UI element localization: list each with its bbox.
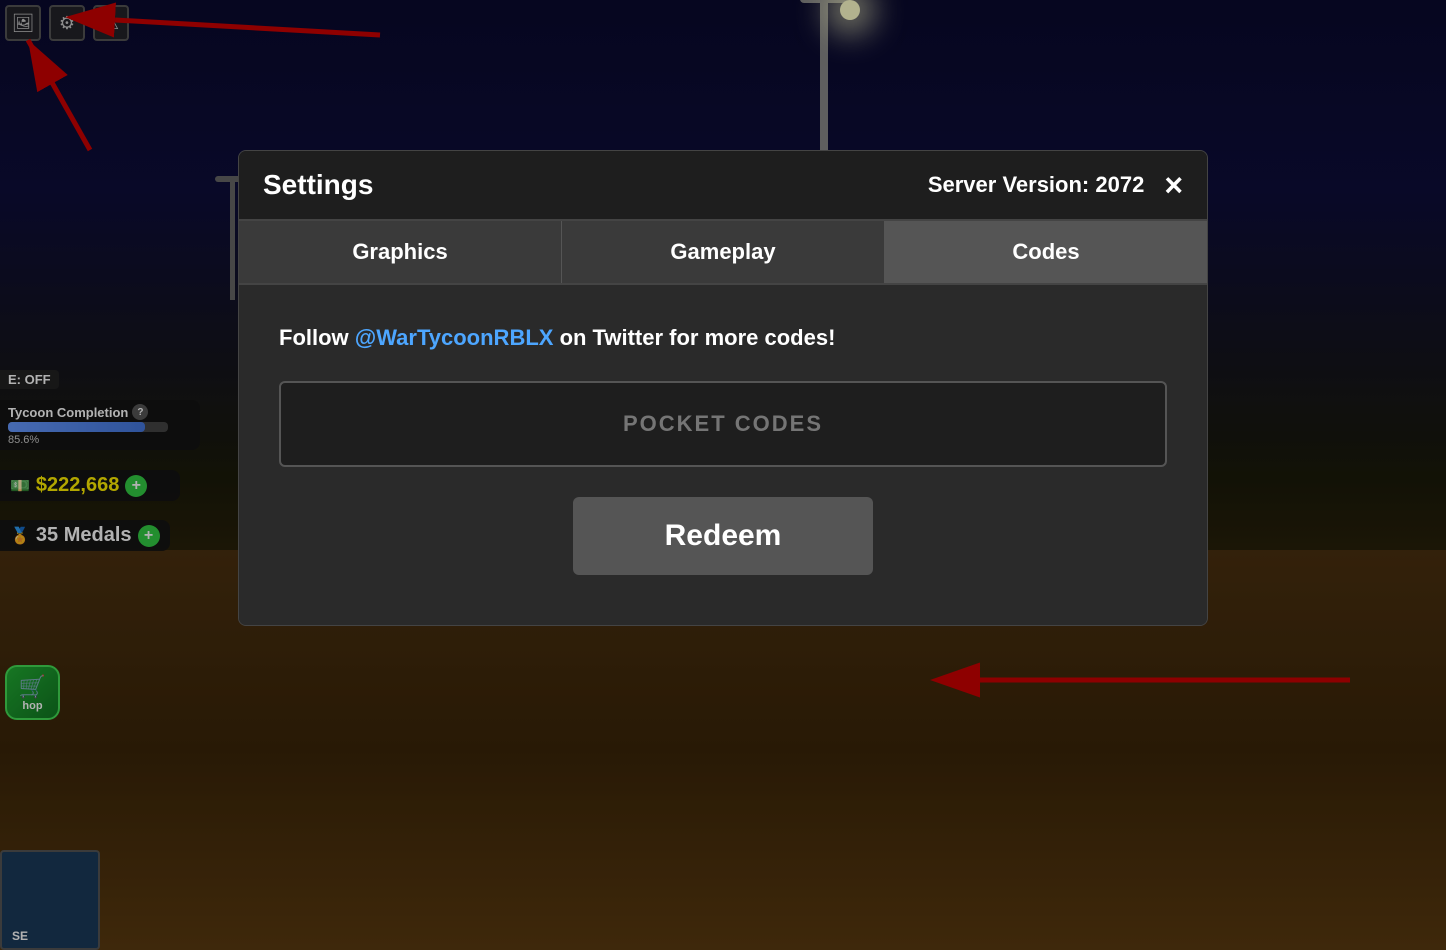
- follow-prefix: Follow: [279, 325, 355, 350]
- modal-tabs: Graphics Gameplay Codes: [239, 221, 1207, 285]
- code-input-wrapper[interactable]: [279, 381, 1167, 467]
- modal-header: Settings Server Version: 2072 ×: [239, 151, 1207, 221]
- modal-overlay: Settings Server Version: 2072 × Graphics…: [0, 0, 1446, 950]
- redeem-button[interactable]: Redeem: [573, 497, 873, 575]
- server-version: Server Version: 2072: [928, 172, 1144, 198]
- tab-codes[interactable]: Codes: [885, 221, 1207, 283]
- code-input[interactable]: [281, 383, 1165, 465]
- modal-title: Settings: [263, 169, 373, 201]
- redeem-btn-wrapper: Redeem: [279, 497, 1167, 575]
- follow-text: Follow @WarTycoonRBLX on Twitter for mor…: [279, 325, 1167, 351]
- twitter-handle[interactable]: @WarTycoonRBLX: [355, 325, 554, 350]
- modal-close-button[interactable]: ×: [1164, 169, 1183, 201]
- settings-modal: Settings Server Version: 2072 × Graphics…: [238, 150, 1208, 626]
- modal-header-right: Server Version: 2072 ×: [928, 169, 1183, 201]
- follow-suffix: on Twitter for more codes!: [553, 325, 835, 350]
- modal-body: Follow @WarTycoonRBLX on Twitter for mor…: [239, 285, 1207, 625]
- tab-gameplay[interactable]: Gameplay: [562, 221, 885, 283]
- tab-graphics[interactable]: Graphics: [239, 221, 562, 283]
